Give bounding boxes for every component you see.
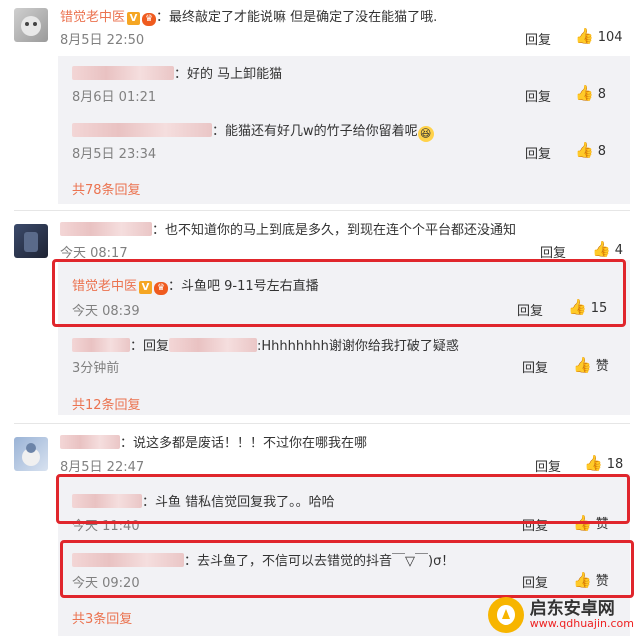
reply-line: ：回复 :Hhhhhhhh谢谢你给我打破了疑惑 bbox=[72, 335, 459, 354]
like-button[interactable]: 👍 8 bbox=[575, 84, 606, 102]
reply-button[interactable]: 回复 bbox=[522, 357, 548, 376]
reply-button[interactable]: 回复 bbox=[525, 143, 551, 162]
grin-emoji-icon: 😆 bbox=[417, 126, 434, 142]
avatar[interactable] bbox=[14, 8, 48, 42]
watermark: 启东安卓网 www.qdhuajin.com bbox=[487, 597, 634, 633]
reply-time: 3分钟前 bbox=[72, 361, 120, 376]
like-button[interactable]: 👍 赞 bbox=[573, 355, 609, 374]
like-button[interactable]: 👍 104 bbox=[575, 27, 623, 45]
watermark-logo-icon bbox=[487, 597, 524, 633]
reply-time: 8月5日 23:34 bbox=[72, 147, 157, 162]
highlight-box bbox=[56, 474, 630, 524]
blurred-username[interactable] bbox=[169, 338, 258, 352]
username[interactable]: 错觉老中医 bbox=[60, 10, 125, 25]
comment-line: 错觉老中医 V ♛ ：最终敲定了才能说嘛 但是确定了没在能猫了哦. bbox=[60, 6, 437, 26]
reply-button[interactable]: 回复 bbox=[525, 29, 551, 48]
thumbs-up-icon: 👍 bbox=[575, 27, 594, 45]
thumbs-up-icon: 👍 bbox=[575, 84, 594, 102]
thumbs-up-icon: 👍 bbox=[592, 240, 611, 258]
reply-line: ：好的 马上卸能猫 bbox=[72, 63, 282, 82]
like-count: 8 bbox=[597, 87, 606, 102]
comment-line: ：也不知道你的马上到底是多久，到现在连个个平台都还没通知 bbox=[60, 219, 516, 238]
like-count: 4 bbox=[614, 243, 623, 258]
comment-time: 8月5日 22:47 bbox=[60, 460, 145, 475]
watermark-url: www.qdhuajin.com bbox=[529, 617, 634, 630]
reply-time: 8月6日 01:21 bbox=[72, 90, 157, 105]
comment-text: ：也不知道你的马上到底是多久，到现在连个个平台都还没通知 bbox=[152, 223, 517, 238]
blurred-username[interactable] bbox=[72, 123, 212, 137]
highlight-box bbox=[60, 540, 634, 598]
watermark-title: 启东安卓网 bbox=[529, 599, 615, 619]
more-replies-link[interactable]: 共3条回复 bbox=[72, 608, 132, 627]
divider bbox=[14, 423, 630, 424]
like-button[interactable]: 👍 18 bbox=[584, 454, 623, 472]
blurred-username[interactable] bbox=[60, 222, 152, 236]
reply-prefix: ：回复 bbox=[130, 339, 170, 354]
comment-time: 8月5日 22:50 bbox=[60, 33, 145, 48]
avatar[interactable] bbox=[14, 224, 48, 258]
crown-icon: ♛ bbox=[142, 13, 157, 26]
blurred-username[interactable] bbox=[60, 435, 120, 449]
thumbs-up-icon: 👍 bbox=[575, 141, 594, 159]
divider bbox=[14, 210, 630, 211]
like-count: 104 bbox=[597, 30, 623, 45]
reply-line: ：能猫还有好几w的竹子给你留着呢 😆 bbox=[72, 120, 434, 142]
like-button[interactable]: 👍 8 bbox=[575, 141, 606, 159]
comment-text: ：说这多都是废话！！！不过你在哪我在哪 bbox=[120, 436, 368, 451]
comment-line: ：说这多都是废话！！！不过你在哪我在哪 bbox=[60, 432, 367, 451]
more-replies-link[interactable]: 共78条回复 bbox=[72, 179, 141, 198]
avatar[interactable] bbox=[14, 437, 48, 471]
reply-text: ：能猫还有好几w的竹子给你留着呢 bbox=[212, 124, 418, 139]
like-count: 赞 bbox=[595, 359, 609, 374]
reply-button[interactable]: 回复 bbox=[535, 456, 561, 475]
blurred-username[interactable] bbox=[72, 338, 130, 352]
reply-button[interactable]: 回复 bbox=[525, 86, 551, 105]
more-replies-link[interactable]: 共12条回复 bbox=[72, 394, 141, 413]
reply-text: ：好的 马上卸能猫 bbox=[174, 67, 283, 82]
thumbs-up-icon: 👍 bbox=[584, 454, 603, 472]
highlight-box bbox=[52, 259, 626, 327]
like-count: 18 bbox=[606, 457, 624, 472]
blurred-username[interactable] bbox=[72, 66, 174, 80]
reply-text: :Hhhhhhhh谢谢你给我打破了疑惑 bbox=[257, 339, 459, 354]
verified-icon: V bbox=[127, 12, 141, 25]
thumbs-up-icon: 👍 bbox=[573, 356, 592, 374]
like-count: 8 bbox=[597, 144, 606, 159]
like-button[interactable]: 👍 4 bbox=[592, 240, 623, 258]
comment-text: ：最终敲定了才能说嘛 但是确定了没在能猫了哦. bbox=[156, 10, 438, 25]
